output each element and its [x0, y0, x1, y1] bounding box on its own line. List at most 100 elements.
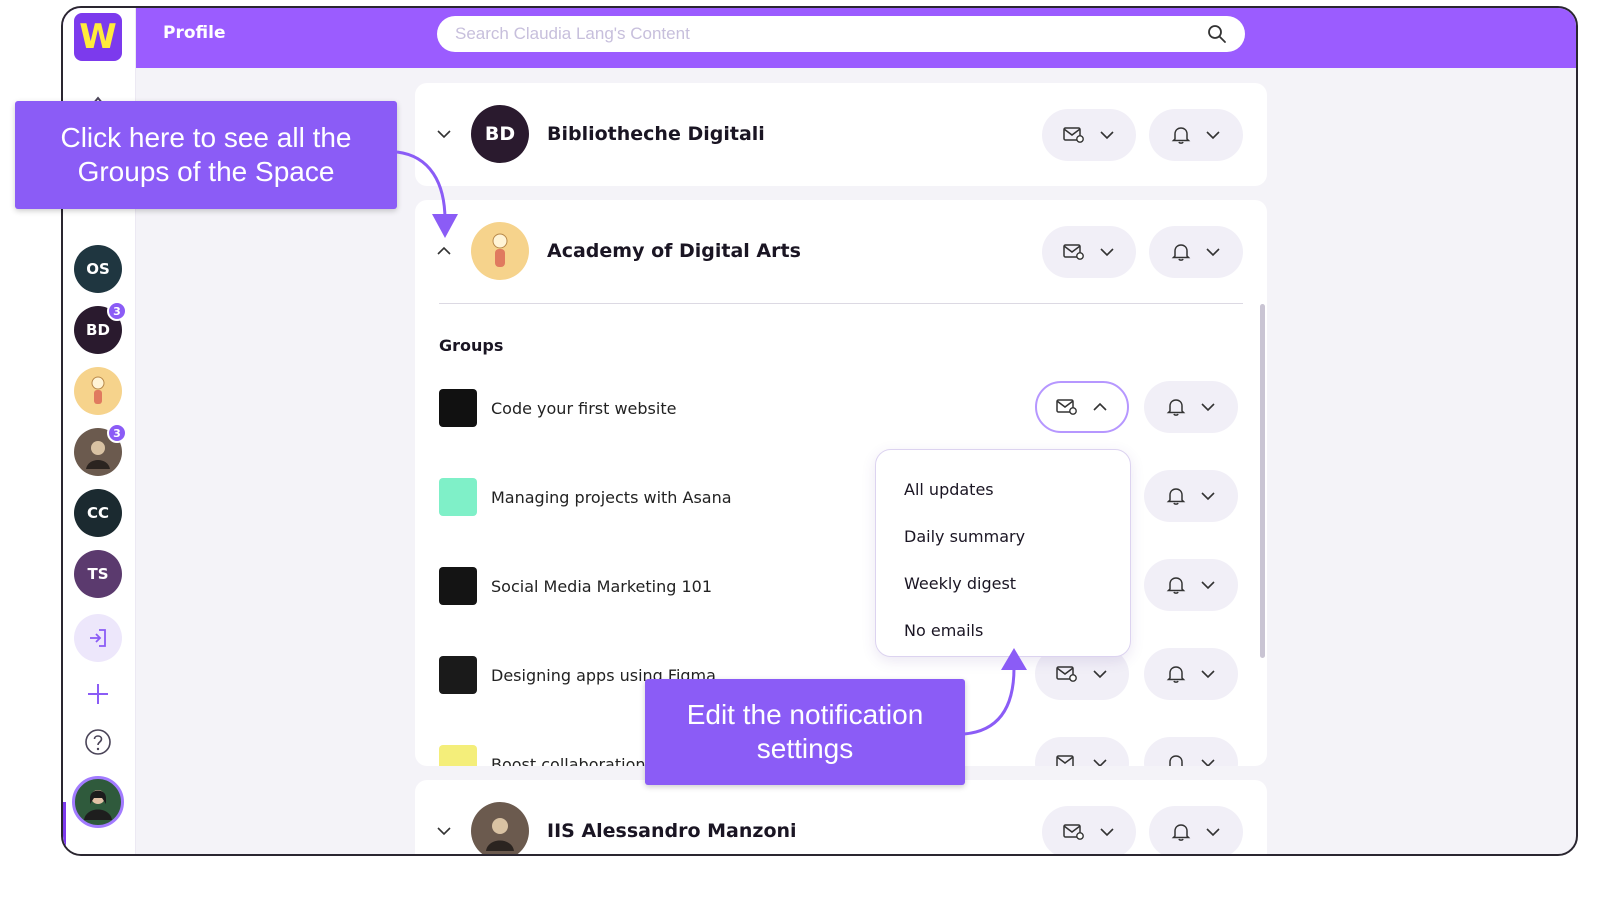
help-icon: [84, 728, 112, 756]
search-bar[interactable]: [437, 16, 1245, 52]
notification-badge: 3: [107, 301, 127, 321]
chevron-down-icon: [1200, 402, 1216, 412]
group-push-notification-button[interactable]: [1144, 470, 1238, 522]
push-notification-button[interactable]: [1149, 109, 1243, 161]
group-email-settings-button[interactable]: [1035, 737, 1129, 766]
email-settings-button[interactable]: [1042, 109, 1136, 161]
join-space-button[interactable]: [74, 614, 122, 662]
space-name: IIS Alessandro Manzoni: [547, 820, 797, 842]
chevron-down-icon: [1200, 669, 1216, 679]
chevron-down-icon: [1205, 130, 1221, 140]
mail-gear-icon: [1056, 665, 1078, 683]
group-thumbnail: [439, 656, 477, 694]
mail-gear-icon: [1056, 398, 1078, 416]
bell-icon: [1166, 575, 1186, 595]
portrait-icon: [480, 811, 520, 851]
group-row[interactable]: Social Media Marketing 101: [439, 567, 712, 605]
push-notification-button[interactable]: [1149, 226, 1243, 278]
search-icon[interactable]: [1207, 24, 1227, 44]
app-logo[interactable]: W: [74, 13, 122, 61]
group-push-notification-button[interactable]: [1144, 737, 1238, 766]
sidebar-space-os[interactable]: OS: [74, 245, 122, 293]
group-name: Managing projects with Asana: [491, 487, 732, 507]
sign-in-icon: [87, 627, 109, 649]
group-row[interactable]: Boost collaboration: [439, 745, 646, 766]
sidebar-space-bd[interactable]: BD 3: [74, 301, 127, 354]
email-settings-button[interactable]: [1042, 806, 1136, 854]
groups-callout: Click here to see all the Groups of the …: [15, 101, 397, 209]
search-input[interactable]: [455, 24, 1207, 44]
group-name: Social Media Marketing 101: [491, 576, 713, 596]
chevron-down-icon: [1200, 758, 1216, 766]
space-avatar: [471, 222, 529, 280]
sidebar-space-manzoni[interactable]: 3: [74, 423, 127, 476]
scrollbar[interactable]: [1260, 304, 1265, 658]
top-bar: Profile: [63, 8, 1576, 68]
mail-gear-icon: [1056, 754, 1078, 766]
group-push-notification-button[interactable]: [1144, 381, 1238, 433]
space-name: Academy of Digital Arts: [547, 240, 801, 262]
lightbulb-hand-icon: [85, 374, 111, 408]
dropdown-option-weekly-digest[interactable]: Weekly digest: [904, 560, 1130, 607]
email-frequency-dropdown: All updates Daily summary Weekly digest …: [875, 449, 1131, 657]
chevron-down-icon: [1099, 247, 1115, 257]
user-avatar[interactable]: [72, 776, 124, 828]
plus-icon: [86, 682, 110, 706]
chevron-down-icon: [1205, 247, 1221, 257]
notification-badge: 3: [107, 423, 127, 443]
bell-icon: [1166, 664, 1186, 684]
mail-gear-icon: [1063, 243, 1085, 261]
email-settings-button[interactable]: [1042, 226, 1136, 278]
space-card-bibliotheche: BD Bibliotheche Digitali: [415, 83, 1267, 186]
space-card-manzoni: IIS Alessandro Manzoni: [415, 780, 1267, 854]
bell-icon: [1166, 397, 1186, 417]
chevron-down-icon: [1205, 827, 1221, 837]
add-space-button[interactable]: [74, 670, 122, 718]
bell-icon: [1171, 242, 1191, 262]
push-notification-button[interactable]: [1149, 806, 1243, 854]
sidebar-space-academy[interactable]: [74, 367, 122, 415]
page-title: Profile: [163, 23, 226, 43]
user-portrait-icon: [80, 784, 116, 820]
collapse-chevron-button[interactable]: [435, 242, 453, 260]
sidebar-space-cc[interactable]: CC: [74, 489, 122, 537]
mail-gear-icon: [1063, 126, 1085, 144]
chevron-down-icon: [1092, 758, 1108, 766]
active-indicator: [63, 802, 66, 852]
chevron-down-icon: [1092, 669, 1108, 679]
lightbulb-hand-icon: [485, 231, 515, 271]
expand-chevron-button[interactable]: [435, 125, 453, 143]
sidebar-space-ts[interactable]: TS: [74, 550, 122, 598]
notifications-callout-arrow: [963, 648, 1027, 736]
group-push-notification-button[interactable]: [1144, 559, 1238, 611]
dropdown-option-daily-summary[interactable]: Daily summary: [904, 513, 1130, 560]
chevron-down-icon: [1200, 491, 1216, 501]
expand-chevron-button[interactable]: [435, 822, 453, 840]
help-button[interactable]: [74, 718, 122, 766]
group-push-notification-button[interactable]: [1144, 648, 1238, 700]
group-email-settings-button[interactable]: [1035, 381, 1129, 433]
chevron-up-icon: [1092, 402, 1108, 412]
chevron-down-icon: [1099, 827, 1115, 837]
group-name: Boost collaboration: [491, 754, 646, 767]
dropdown-option-all-updates[interactable]: All updates: [904, 466, 1130, 513]
bell-icon: [1166, 486, 1186, 506]
group-thumbnail: [439, 389, 477, 427]
groups-heading: Groups: [439, 336, 504, 355]
space-avatar: BD: [471, 105, 529, 163]
group-thumbnail: [439, 567, 477, 605]
mail-gear-icon: [1063, 823, 1085, 841]
space-avatar: [471, 802, 529, 854]
groups-callout-arrow: [396, 150, 458, 238]
group-row[interactable]: Managing projects with Asana: [439, 478, 732, 516]
group-thumbnail: [439, 478, 477, 516]
chevron-down-icon: [1099, 130, 1115, 140]
space-name: Bibliotheche Digitali: [547, 123, 765, 145]
section-divider: [439, 303, 1243, 304]
notifications-callout: Edit the notification settings: [645, 679, 965, 785]
group-row[interactable]: Code your first website: [439, 389, 676, 427]
chevron-down-icon: [1200, 580, 1216, 590]
bell-icon: [1166, 753, 1186, 766]
group-name: Code your first website: [491, 398, 677, 418]
group-thumbnail: [439, 745, 477, 766]
